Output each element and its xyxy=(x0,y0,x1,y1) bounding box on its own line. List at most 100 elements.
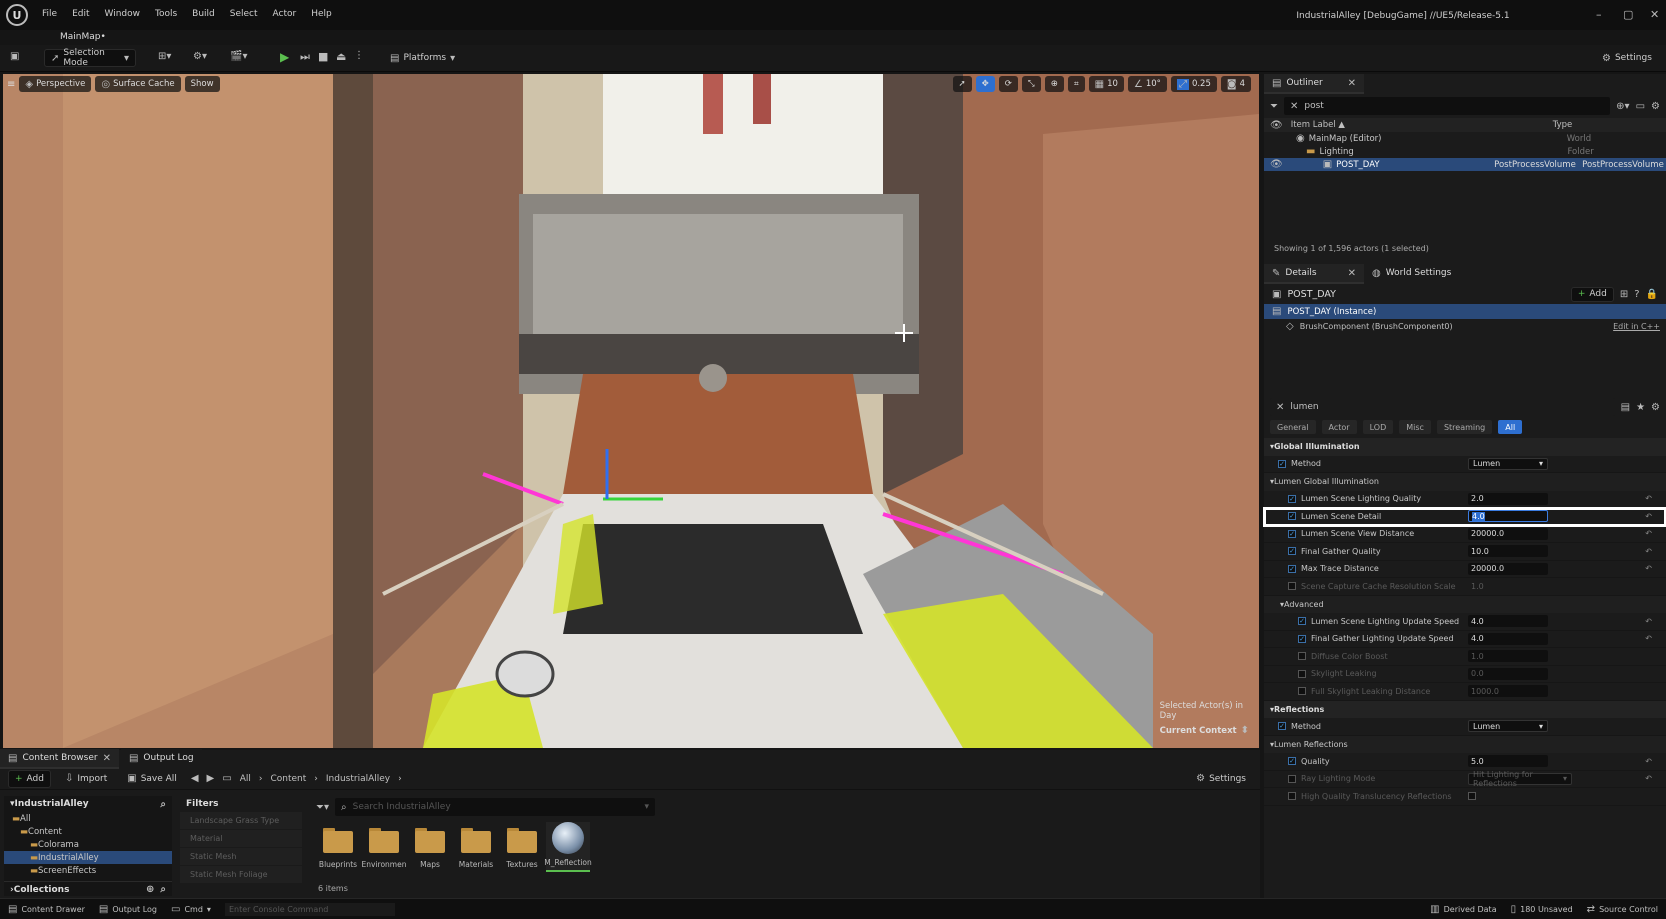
menu-tools[interactable]: Tools xyxy=(155,9,177,19)
category-global-illumination[interactable]: ▾ Global Illumination xyxy=(1264,438,1666,456)
clear-search-icon[interactable]: ✕ xyxy=(1276,402,1284,413)
filter-icon[interactable]: ⏷ xyxy=(1270,101,1278,112)
settings-button[interactable]: ⚙ Settings xyxy=(1596,49,1658,67)
filter-lod[interactable]: LOD xyxy=(1362,420,1394,434)
tree-row-world[interactable]: ◉ MainMap (Editor) World xyxy=(1264,132,1666,145)
rotation-snap-button[interactable]: ∠ 10° xyxy=(1127,76,1167,92)
table-view-icon[interactable]: ▤ xyxy=(1621,402,1630,413)
translate-tool-icon[interactable]: ✥ xyxy=(975,76,995,92)
filter-general[interactable]: General xyxy=(1270,420,1316,434)
filter-item[interactable]: Static Mesh xyxy=(180,848,302,865)
override-checkbox[interactable]: ✓ xyxy=(1288,757,1296,766)
type-header[interactable]: Type xyxy=(1553,120,1573,130)
cinematics-icon[interactable]: 🎬▾ xyxy=(230,51,247,62)
reset-icon[interactable]: ↶ xyxy=(1645,634,1652,643)
instance-row[interactable]: ▤ POST_DAY (Instance) xyxy=(1264,304,1666,319)
prop-value-input[interactable]: 1000.0 xyxy=(1468,685,1548,698)
close-icon[interactable]: ✕ xyxy=(103,753,111,764)
reset-icon[interactable]: ↶ xyxy=(1645,757,1652,766)
menu-actor[interactable]: Actor xyxy=(273,9,297,19)
subcategory-lumen-reflections[interactable]: ▾ Lumen Reflections xyxy=(1264,735,1666,753)
override-checkbox[interactable] xyxy=(1288,774,1296,783)
cmd-dropdown[interactable]: ▭ Cmd ▾ xyxy=(171,904,211,915)
minimize-button[interactable]: – xyxy=(1596,8,1602,21)
back-icon[interactable]: ◀ xyxy=(191,773,199,784)
tree-industrialalley[interactable]: ▬ IndustrialAlley xyxy=(4,851,172,864)
step-icon[interactable]: ⏭ xyxy=(300,50,310,64)
asset-material[interactable]: M_Reflection xyxy=(544,822,592,872)
reset-icon[interactable]: ↶ xyxy=(1645,547,1652,556)
perspective-button[interactable]: ◈ Perspective xyxy=(19,76,92,92)
output-log-button[interactable]: ▤ Output Log xyxy=(99,904,157,915)
prop-value-input[interactable]: 1.0 xyxy=(1468,650,1548,663)
grid-snap-button[interactable]: ▦ 10 xyxy=(1088,76,1124,92)
show-button[interactable]: Show xyxy=(184,76,220,92)
tree-colorama[interactable]: ▬ Colorama xyxy=(4,838,172,851)
save-all-button[interactable]: ▣ Save All xyxy=(121,770,183,788)
scale-snap-button[interactable]: ⤢ 0.25 xyxy=(1170,76,1217,92)
unreal-logo-icon[interactable]: U xyxy=(6,4,28,26)
reset-icon[interactable]: ↶ xyxy=(1645,529,1652,538)
reset-icon[interactable]: ↶ xyxy=(1645,512,1652,521)
blueprint-icon[interactable]: ⊞ xyxy=(1620,289,1628,300)
prop-value-input[interactable]: 20000.0 xyxy=(1468,562,1548,575)
folder-icon[interactable]: ▭ xyxy=(1636,101,1645,112)
output-log-tab[interactable]: ▤ Output Log xyxy=(120,749,202,769)
details-tab[interactable]: ✎ Details ✕ xyxy=(1264,264,1364,284)
close-icon[interactable]: ✕ xyxy=(1348,268,1356,279)
level-viewport[interactable]: ≡ ◈ Perspective ◎ Surface Cache Show ➚ ✥ ⟳… xyxy=(3,74,1259,748)
folder-icon[interactable]: ▭ xyxy=(222,773,231,784)
override-checkbox[interactable]: ✓ xyxy=(1278,722,1286,731)
prop-value-input[interactable]: 4.0 xyxy=(1468,632,1548,645)
breadcrumb-all[interactable]: All xyxy=(240,774,251,784)
content-drawer-button[interactable]: ▤ Content Drawer xyxy=(8,904,85,915)
override-checkbox[interactable]: ✓ xyxy=(1288,547,1296,556)
world-local-icon[interactable]: ⊕ xyxy=(1044,76,1064,92)
add-component-button[interactable]: + Add xyxy=(1570,286,1614,302)
reset-icon[interactable]: ↶ xyxy=(1645,564,1652,573)
current-context-row[interactable]: Current Context ⬍ xyxy=(1160,725,1249,736)
asset-folder[interactable]: Materials xyxy=(454,822,498,869)
asset-folder[interactable]: Textures xyxy=(500,822,544,869)
override-checkbox[interactable] xyxy=(1298,669,1306,678)
asset-folder[interactable]: Maps xyxy=(408,822,452,869)
override-checkbox[interactable]: ✓ xyxy=(1288,494,1296,503)
content-browser-tab[interactable]: ▤ Content Browser ✕ xyxy=(0,749,119,769)
add-filter-icon[interactable]: ⊕▾ xyxy=(1616,101,1629,112)
filter-item[interactable]: Material xyxy=(180,830,302,847)
console-input[interactable]: Enter Console Command xyxy=(224,902,395,916)
prop-value-input[interactable]: 20000.0 xyxy=(1468,527,1548,540)
camera-speed-button[interactable]: ◙ 4 xyxy=(1220,76,1251,92)
override-checkbox[interactable]: ✓ xyxy=(1288,512,1296,521)
cb-settings-button[interactable]: ⚙ Settings xyxy=(1190,770,1252,788)
menu-help[interactable]: Help xyxy=(311,9,332,19)
level-tab[interactable]: MainMap• xyxy=(48,28,118,46)
reflection-method-dropdown[interactable]: Lumen ▾ xyxy=(1468,720,1548,733)
breadcrumb-industrialalley[interactable]: IndustrialAlley xyxy=(326,774,390,784)
override-checkbox[interactable] xyxy=(1288,792,1296,801)
asset-search-input[interactable]: ⌕ Search IndustrialAlley ▾ xyxy=(335,798,656,816)
unsaved-button[interactable]: ▯ 180 Unsaved xyxy=(1511,904,1573,915)
breadcrumb-content[interactable]: Content xyxy=(270,774,306,784)
blueprint-icon[interactable]: ⚙▾ xyxy=(193,51,207,62)
override-checkbox[interactable]: ✓ xyxy=(1278,459,1286,468)
add-collection-icon[interactable]: ⊕ xyxy=(146,884,154,895)
prop-value-input[interactable]: 2.0 xyxy=(1468,492,1548,505)
filter-item[interactable]: Landscape Grass Type xyxy=(180,812,302,829)
menu-window[interactable]: Window xyxy=(105,9,141,19)
surface-snap-icon[interactable]: ⌗ xyxy=(1067,76,1085,92)
tree-row-post-day[interactable]: 👁 ▣ POST_DAY PostProcessVolume PostProce… xyxy=(1264,158,1666,171)
world-settings-tab[interactable]: ◍ World Settings xyxy=(1364,264,1460,284)
search-icon[interactable]: ⌕ xyxy=(160,884,166,895)
outliner-search-input[interactable]: ✕ post xyxy=(1284,97,1611,115)
derived-data-button[interactable]: ▥ Derived Data xyxy=(1430,904,1496,915)
menu-file[interactable]: File xyxy=(42,9,57,19)
category-reflections[interactable]: ▾ Reflections xyxy=(1264,700,1666,718)
method-dropdown[interactable]: Lumen ▾ xyxy=(1468,457,1548,470)
help-icon[interactable]: ? xyxy=(1634,289,1639,300)
maximize-button[interactable]: ▢ xyxy=(1623,8,1633,21)
filter-all[interactable]: All xyxy=(1498,420,1523,434)
prop-value-input[interactable]: 5.0 xyxy=(1468,755,1548,768)
select-tool-icon[interactable]: ➚ xyxy=(952,76,972,92)
filter-streaming[interactable]: Streaming xyxy=(1436,420,1493,434)
